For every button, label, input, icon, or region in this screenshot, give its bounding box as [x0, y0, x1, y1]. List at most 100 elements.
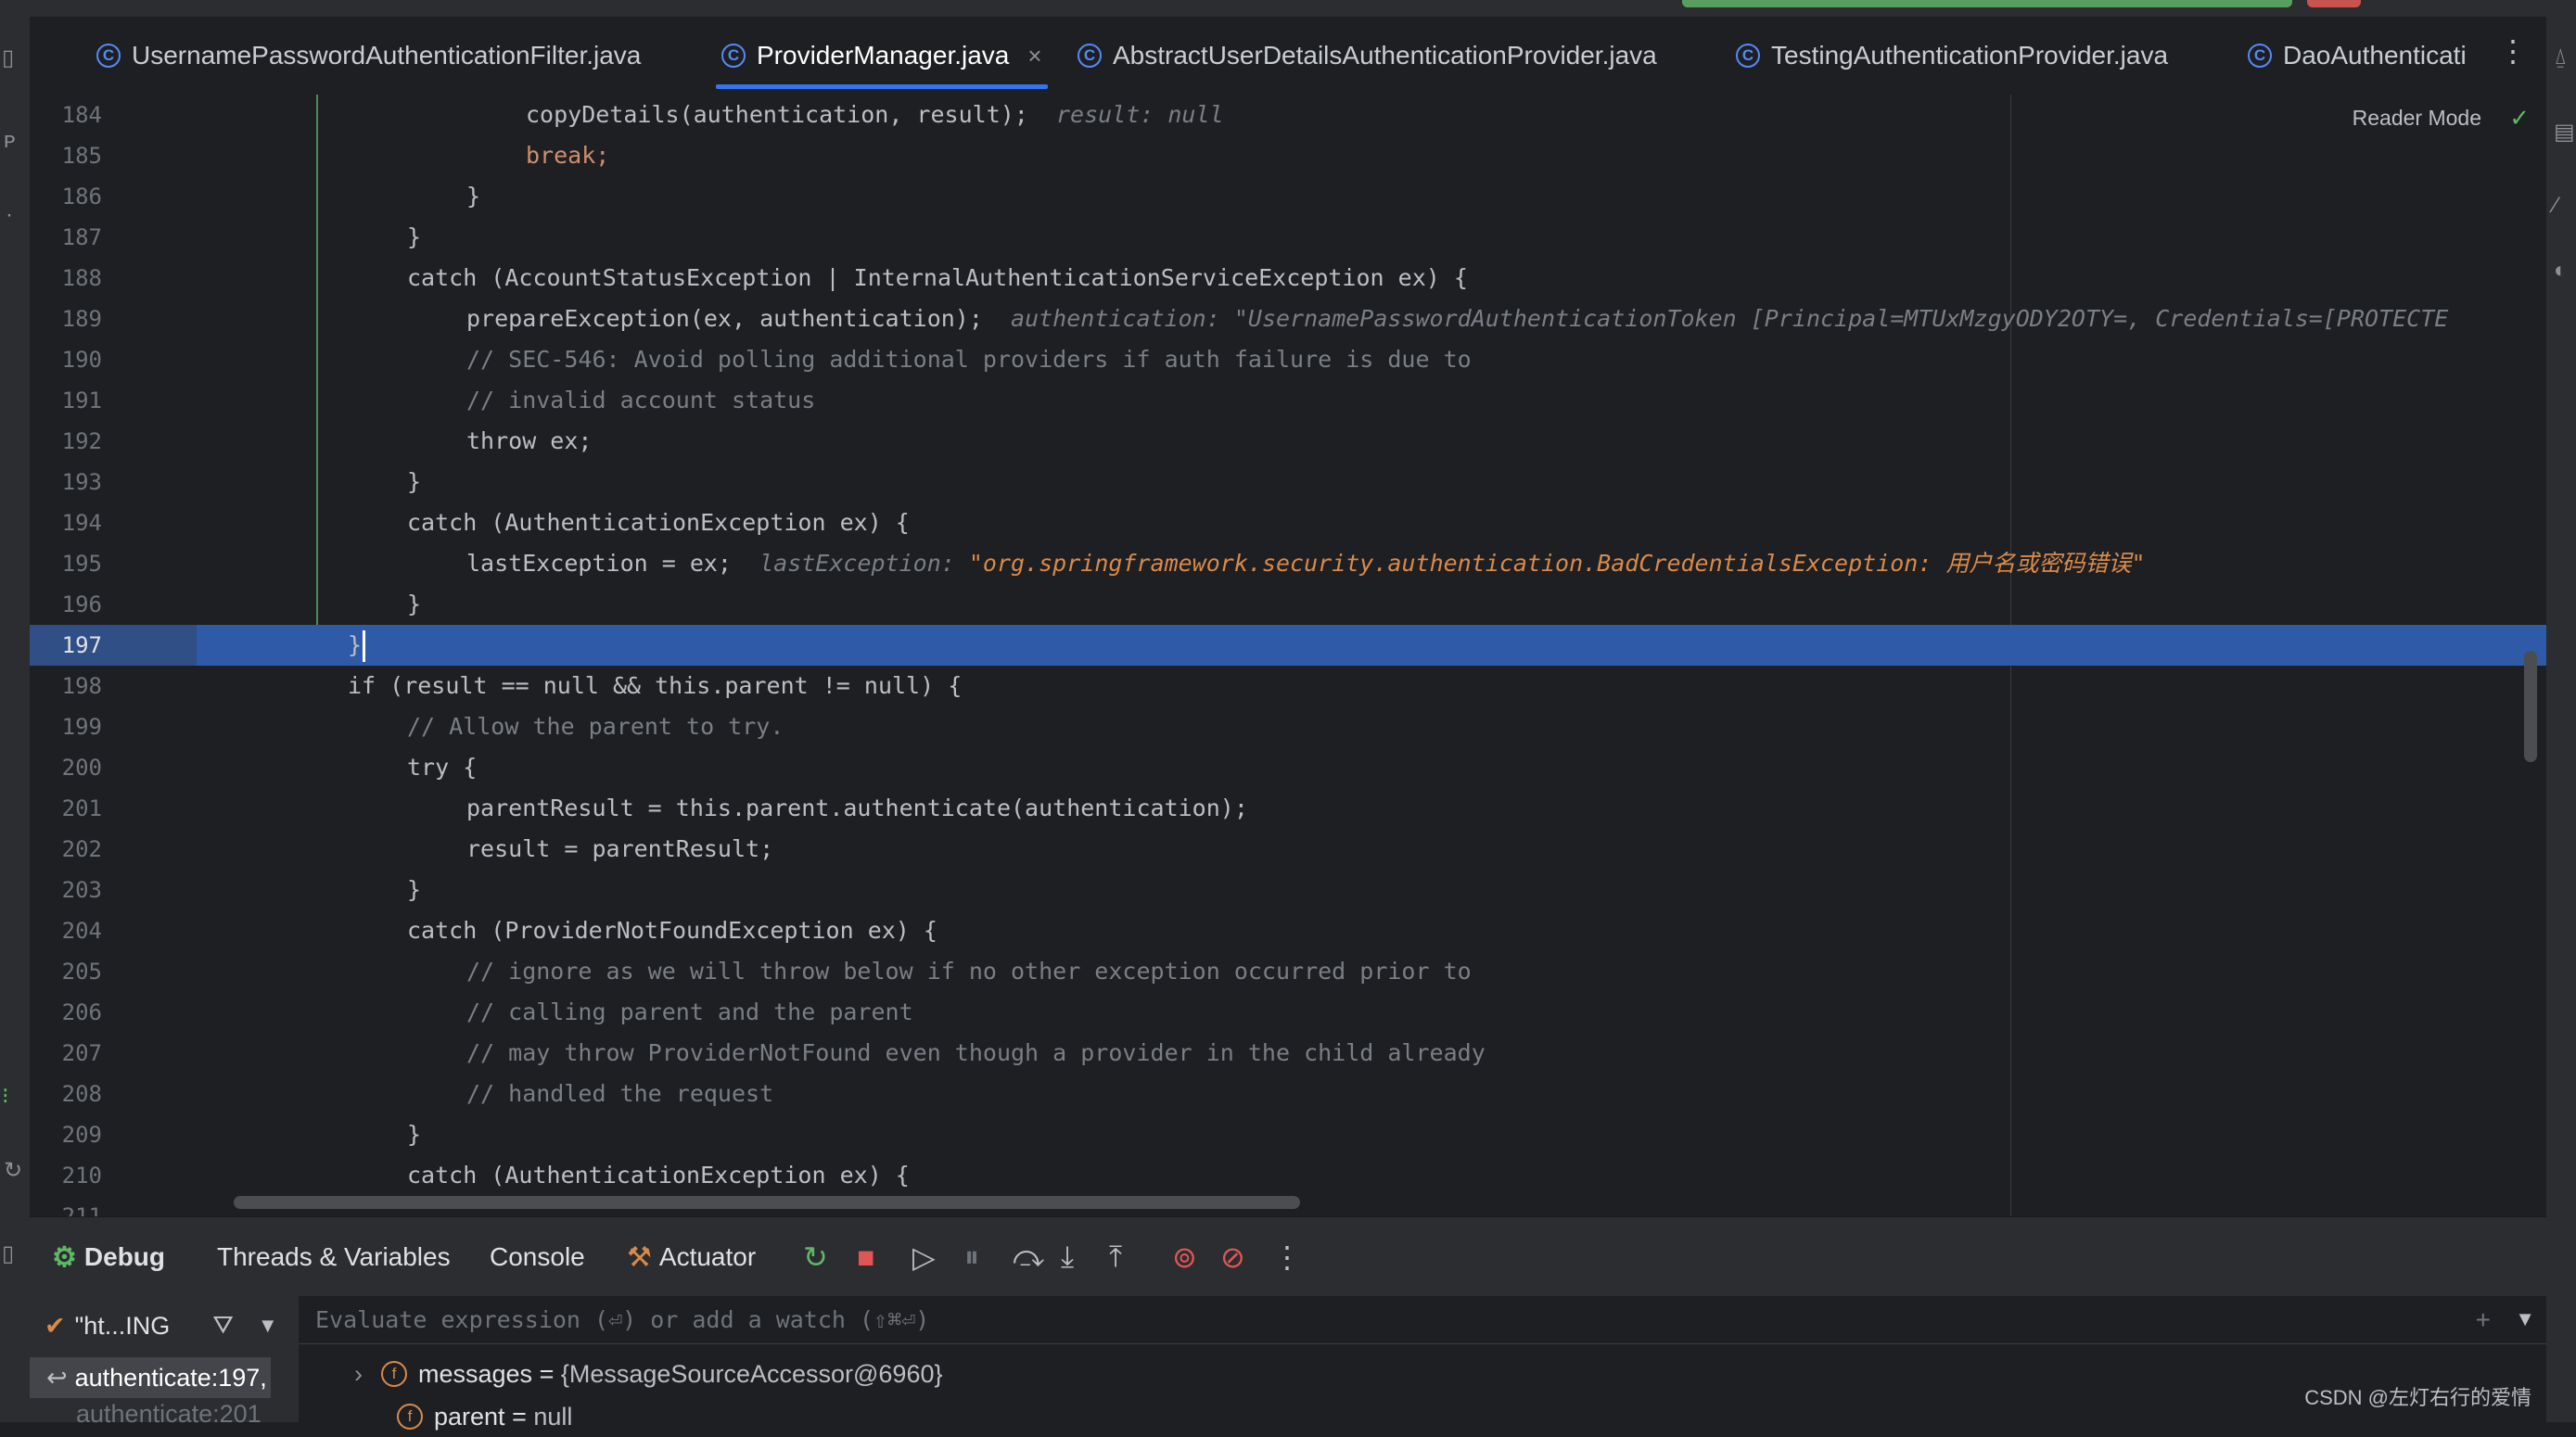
step-over-icon[interactable]: ⤼	[1013, 1217, 1044, 1297]
stack-frame[interactable]: ↩ authenticate:197,	[30, 1357, 271, 1398]
ai-assistant-icon[interactable]: ∕	[2554, 193, 2557, 219]
stack-frame[interactable]: authenticate:201	[76, 1400, 261, 1429]
gradle-icon[interactable]: ◐	[2554, 258, 2568, 284]
code-comment: // may throw ProviderNotFound even thoug…	[466, 1039, 1486, 1066]
variable-value: null	[533, 1402, 573, 1431]
tab-testing-provider[interactable]: C TestingAuthenticationProvider.java	[1736, 17, 2168, 95]
line-number: 192	[61, 428, 102, 454]
reader-mode-button[interactable]: Reader Mode	[2353, 106, 2481, 131]
step-out-icon[interactable]: ⤒	[1109, 1217, 1122, 1297]
code-text: if (result == null && this.parent != nul…	[348, 672, 963, 699]
code-line: 200 try {	[30, 747, 2546, 788]
frame-label: authenticate:197,	[74, 1363, 267, 1392]
java-class-icon: C	[1736, 44, 1760, 68]
line-number: 185	[61, 143, 102, 169]
line-number: 195	[61, 551, 102, 577]
code-comment: // Allow the parent to try.	[407, 713, 784, 740]
chevron-right-icon[interactable]: ›	[354, 1360, 363, 1389]
editor-tab-bar: C UsernamePasswordAuthenticationFilter.j…	[30, 17, 2546, 95]
line-number: 206	[61, 999, 102, 1025]
run-tool-icon[interactable]: ↻	[4, 1157, 22, 1184]
close-icon[interactable]: ×	[1027, 42, 1041, 70]
actuator-label: Actuator	[658, 1242, 757, 1271]
terminal-icon[interactable]: ▯	[2, 1240, 14, 1267]
chevron-down-icon[interactable]: ▼	[258, 1314, 278, 1338]
database-icon[interactable]: ▤	[2554, 119, 2575, 146]
line-number: 189	[61, 306, 102, 332]
debug-tool-icon[interactable]: ⁝	[2, 1083, 9, 1110]
view-breakpoints-icon[interactable]: ⊚	[1172, 1217, 1197, 1297]
line-number: 184	[61, 102, 102, 128]
thread-label: "ht...ING	[74, 1311, 171, 1340]
chevron-down-icon[interactable]: ▼	[2515, 1307, 2535, 1331]
code-text: }	[407, 591, 422, 617]
run-progress-indicator	[1682, 0, 2292, 7]
rerun-icon[interactable]: ↻	[803, 1217, 828, 1297]
code-text: throw ex;	[466, 427, 593, 454]
tab-console[interactable]: Console	[490, 1217, 585, 1297]
frames-panel: ✔ "ht...ING ⛛ ▼ ↩ authenticate:197, auth…	[30, 1296, 300, 1428]
tab-abstract-user-details-provider[interactable]: C AbstractUserDetailsAuthenticationProvi…	[1078, 17, 1657, 95]
line-number: 200	[61, 755, 102, 781]
add-watch-icon[interactable]: +	[2476, 1305, 2491, 1335]
commit-icon[interactable]: ᴘ	[4, 128, 16, 154]
tab-label: UsernamePasswordAuthenticationFilter.jav…	[132, 41, 642, 70]
filter-icon[interactable]: ⛛	[212, 1311, 234, 1341]
code-line: 201 parentResult = this.parent.authentic…	[30, 788, 2546, 829]
mute-breakpoints-icon[interactable]: ⊘	[1220, 1217, 1245, 1297]
debug-tool-title[interactable]: ⚙ Debug	[52, 1217, 165, 1297]
code-text: }	[407, 468, 422, 495]
code-line: 203 }	[30, 870, 2546, 910]
tab-threads-variables[interactable]: Threads & Variables	[217, 1217, 451, 1297]
tab-label: TestingAuthenticationProvider.java	[1771, 41, 2169, 70]
tab-dao-provider[interactable]: C DaoAuthenticati	[2248, 17, 2467, 95]
watermark: CSDN @左灯右行的爱情	[2304, 1386, 2531, 1409]
java-class-icon: C	[721, 44, 746, 68]
current-execution-line: 197 }	[30, 625, 2546, 666]
inline-debug-label: lastException:	[759, 550, 955, 577]
more-tabs-icon[interactable]: ⋮	[2498, 33, 2528, 69]
variable-value: {MessageSourceAccessor@6960}	[560, 1359, 943, 1388]
code-line: 187 }	[30, 217, 2546, 258]
code-text: }	[348, 631, 363, 658]
pause-icon[interactable]: ⏸	[964, 1217, 979, 1297]
structure-icon[interactable]: ·	[6, 202, 13, 228]
code-line: 196 }	[30, 584, 2546, 625]
project-icon[interactable]: ▯	[2, 45, 14, 71]
code-line: 204 catch (ProviderNotFoundException ex)…	[30, 910, 2546, 951]
inline-debug-value: result: null	[1055, 101, 1224, 128]
evaluate-expression-input[interactable]	[299, 1296, 2546, 1344]
thread-selector[interactable]: ✔ "ht...ING ⛛ ▼	[45, 1305, 278, 1346]
line-number: 211	[61, 1203, 102, 1216]
code-line: 207 // may throw ProviderNotFound even t…	[30, 1033, 2546, 1074]
line-number: 204	[61, 918, 102, 944]
tab-provider-manager[interactable]: C ProviderManager.java ×	[716, 17, 1048, 95]
code-editor[interactable]: 184 copyDetails(authentication, result);…	[30, 95, 2546, 1216]
more-options-icon[interactable]: ⋮	[1272, 1217, 1302, 1297]
code-line: 188 catch (AccountStatusException | Inte…	[30, 258, 2546, 299]
code-line: 190 // SEC-546: Avoid polling additional…	[30, 339, 2546, 380]
inspection-ok-icon[interactable]: ✓	[2509, 104, 2530, 133]
resume-icon[interactable]: ▷	[912, 1217, 936, 1297]
debug-toolbar: ⚙ Debug Threads & Variables Console ⚒ Ac…	[30, 1216, 2546, 1297]
stop-icon[interactable]: ■	[857, 1217, 874, 1297]
tab-username-password-filter[interactable]: C UsernamePasswordAuthenticationFilter.j…	[96, 17, 641, 95]
line-number: 205	[61, 959, 102, 985]
line-number: 208	[61, 1081, 102, 1107]
notifications-icon[interactable]: ⍙	[2554, 45, 2567, 70]
line-number: 187	[61, 224, 102, 250]
code-line: 194 catch (AuthenticationException ex) {	[30, 502, 2546, 543]
variable-row[interactable]: › f messages = {MessageSourceAccessor@69…	[354, 1354, 943, 1394]
code-comment: // SEC-546: Avoid polling additional pro…	[466, 346, 1472, 373]
code-line: 198 if (result == null && this.parent !=…	[30, 666, 2546, 706]
code-comment: // calling parent and the parent	[466, 998, 913, 1025]
step-into-icon[interactable]: ⤓	[1061, 1217, 1074, 1297]
tab-actuator[interactable]: ⚒ Actuator	[627, 1217, 756, 1297]
variable-row[interactable]: f parent = null	[397, 1396, 572, 1437]
line-number: 209	[61, 1122, 102, 1148]
vertical-scrollbar[interactable]	[2524, 651, 2537, 762]
line-number: 186	[61, 184, 102, 210]
tab-label: DaoAuthenticati	[2283, 41, 2467, 70]
debug-bug-icon: ⚙	[52, 1241, 77, 1273]
horizontal-scrollbar[interactable]	[234, 1196, 1300, 1209]
